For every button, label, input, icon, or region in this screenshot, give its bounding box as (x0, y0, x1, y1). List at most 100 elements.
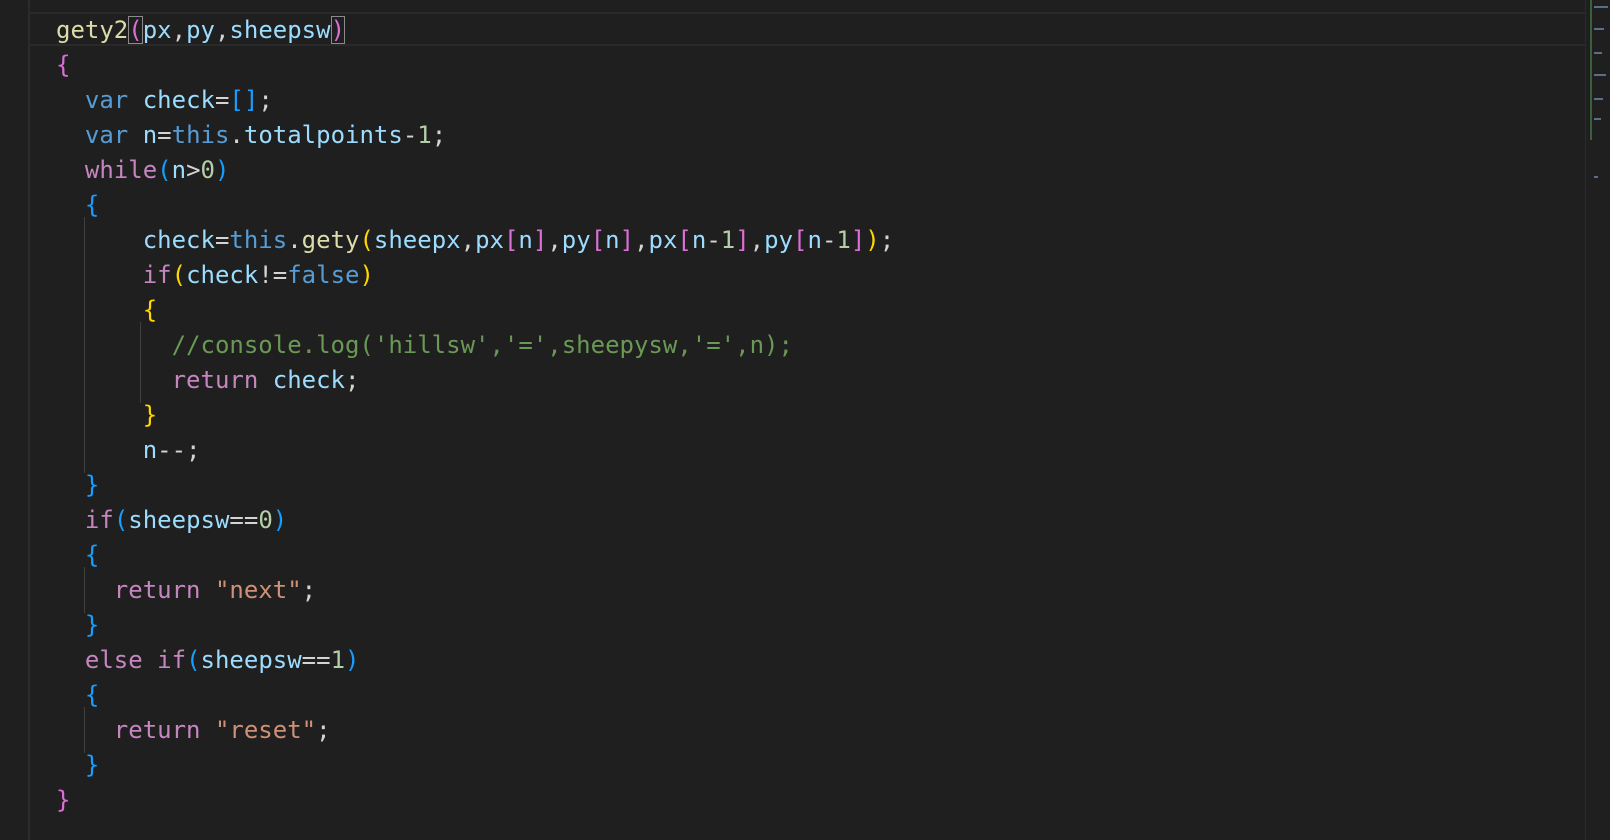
code-token: . (229, 121, 244, 149)
code-line[interactable]: while(n>0) (56, 152, 1610, 188)
code-token: py (561, 226, 591, 254)
code-token: - (821, 226, 837, 254)
code-token: > (186, 156, 201, 184)
code-line[interactable]: var n=this.totalpoints-1; (56, 117, 1610, 153)
code-line[interactable]: return check; (56, 362, 1610, 398)
code-area[interactable]: gety2(px,py,sheepsw){ var check=[]; var … (0, 0, 1585, 840)
code-line[interactable]: gety2(px,py,sheepsw) (56, 12, 1610, 48)
indent-guide (84, 567, 85, 613)
code-token: [ (793, 226, 808, 254)
code-token: ) (865, 226, 880, 254)
code-token: sheepsw (229, 16, 331, 44)
code-line[interactable]: } (56, 747, 1610, 783)
code-token: ( (157, 156, 172, 184)
code-token: 1 (330, 646, 346, 674)
code-line[interactable]: } (56, 467, 1610, 503)
code-token: , (214, 16, 230, 44)
code-token: px (142, 16, 172, 44)
code-line[interactable]: n--; (56, 432, 1610, 468)
code-token: n (691, 226, 707, 254)
code-token: //console.log('hillsw','=',sheepysw,'=',… (171, 331, 793, 359)
code-line[interactable]: check=this.gety(sheepx,px[n],py[n],px[n-… (56, 222, 1610, 258)
code-token: ] (532, 226, 548, 254)
code-token: , (749, 226, 765, 254)
indent-guide (84, 217, 85, 473)
code-line[interactable]: var check=[]; (56, 82, 1610, 118)
code-line[interactable]: if(check!=false) (56, 257, 1610, 293)
code-token: } (84, 611, 100, 639)
code-token: ) (345, 646, 360, 674)
code-line[interactable]: } (56, 782, 1610, 818)
indent-guide (140, 322, 141, 403)
code-token: px (475, 226, 504, 254)
minimap-line (1594, 118, 1601, 120)
code-token: ( (171, 261, 187, 289)
minimap-line (1594, 28, 1604, 30)
code-token: ] (850, 226, 866, 254)
code-line[interactable]: { (56, 47, 1610, 83)
code-token: - (402, 121, 418, 149)
code-line[interactable]: { (56, 187, 1610, 223)
code-line[interactable]: return "next"; (56, 572, 1610, 608)
code-token: n (807, 226, 822, 254)
code-token: check (272, 366, 345, 394)
code-token: = (214, 226, 230, 254)
code-line[interactable]: } (56, 397, 1610, 433)
code-line[interactable]: { (56, 292, 1610, 328)
code-editor[interactable]: gety2(px,py,sheepsw){ var check=[]; var … (0, 0, 1610, 840)
code-token: sheepx (373, 226, 461, 254)
code-token: [ (503, 226, 519, 254)
code-token: ; (345, 366, 360, 394)
code-token: return (113, 716, 201, 744)
code-token: check (186, 261, 259, 289)
code-token: while (84, 156, 158, 184)
code-token: 1 (720, 226, 736, 254)
code-token: if (142, 261, 172, 289)
code-token: { (84, 681, 100, 709)
code-token: , (460, 226, 476, 254)
code-line[interactable]: { (56, 677, 1610, 713)
code-token: , (634, 226, 649, 254)
code-line[interactable]: else if(sheepsw==1) (56, 642, 1610, 678)
code-token: gety (301, 226, 360, 254)
code-line[interactable]: { (56, 537, 1610, 573)
code-line[interactable]: if(sheepsw==0) (56, 502, 1610, 538)
code-token: { (84, 541, 100, 569)
code-token: ( (128, 16, 143, 44)
code-token: ) (214, 156, 230, 184)
code-line[interactable]: } (56, 607, 1610, 643)
code-token: ) (359, 261, 374, 289)
code-token: n (142, 436, 158, 464)
code-token: 1 (417, 121, 432, 149)
code-token: n (171, 156, 187, 184)
vertical-scrollbar[interactable] (1585, 0, 1610, 840)
code-token: ) (272, 506, 288, 534)
code-token: false (287, 261, 360, 289)
code-token: [] (229, 86, 259, 114)
code-line[interactable]: return "reset"; (56, 712, 1610, 748)
code-line[interactable]: //console.log('hillsw','=',sheepysw,'=',… (56, 327, 1610, 363)
code-token: ) (330, 16, 346, 44)
code-token: this (171, 121, 230, 149)
code-token: ( (186, 646, 201, 674)
code-token: px (648, 226, 678, 254)
minimap-change-marker (1590, 0, 1592, 140)
minimap-line (1594, 176, 1598, 178)
code-token: ( (359, 226, 374, 254)
code-token: var (84, 86, 129, 114)
code-token: if (84, 506, 114, 534)
